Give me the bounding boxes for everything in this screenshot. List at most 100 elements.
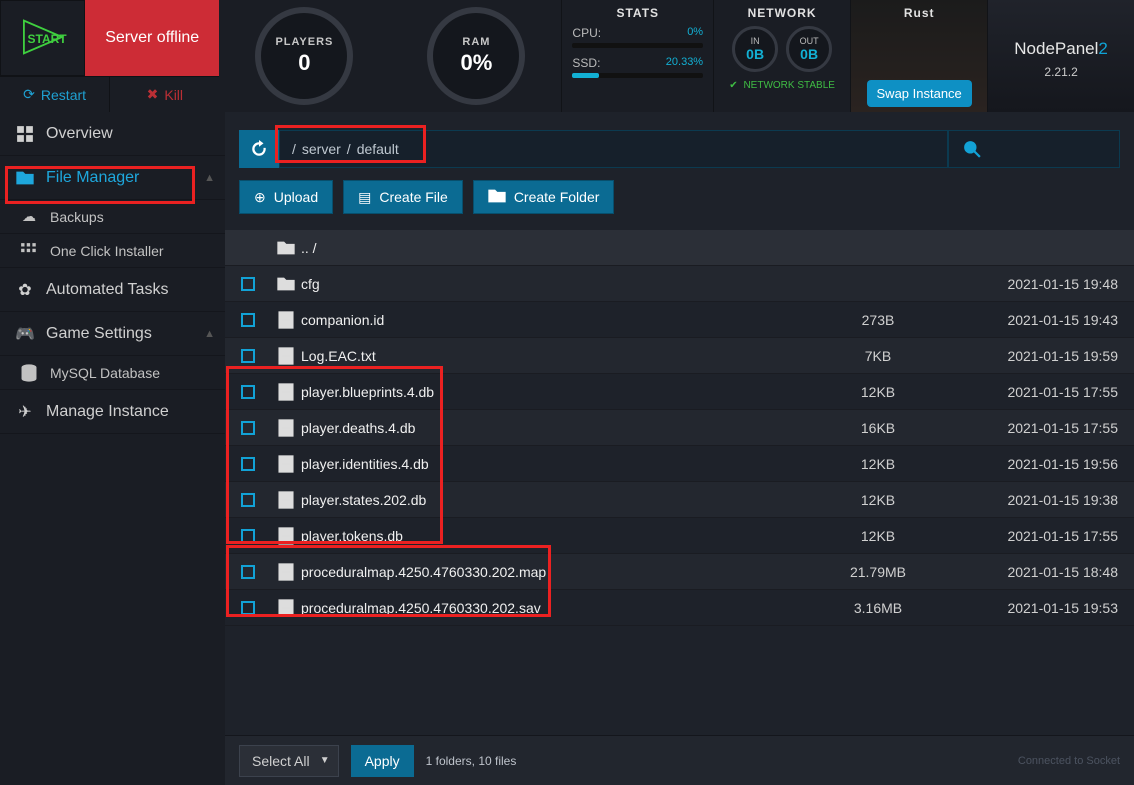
file-name: player.tokens.db (301, 528, 808, 544)
checkbox[interactable] (241, 349, 255, 363)
folder-icon (271, 275, 301, 293)
select-all-dropdown[interactable]: Select All ▼ (239, 745, 339, 777)
file-date: 2021-01-15 17:55 (948, 528, 1118, 544)
file-table: .. / cfg 2021-01-15 19:48 companion.id273B… (225, 230, 1134, 735)
file-name: player.identities.4.db (301, 456, 808, 472)
file-icon (271, 383, 301, 401)
file-row[interactable]: player.tokens.db12KB2021-01-15 17:55 (225, 518, 1134, 554)
chevron-down-icon: ▼ (320, 755, 330, 766)
network-in-gauge: IN 0B (732, 26, 778, 72)
file-name: proceduralmap.4250.4760330.202.map (301, 564, 808, 580)
file-icon (271, 563, 301, 581)
network-out-gauge: OUT 0B (786, 26, 832, 72)
file-row[interactable]: player.deaths.4.db16KB2021-01-15 17:55 (225, 410, 1134, 446)
start-button[interactable]: START (0, 0, 85, 76)
file-date: 2021-01-15 19:56 (948, 456, 1118, 472)
file-row[interactable]: player.blueprints.4.db12KB2021-01-15 17:… (225, 374, 1134, 410)
game-panel: Rust Swap Instance (850, 0, 987, 112)
sidebar-item-one-click[interactable]: One Click Installer (0, 234, 225, 268)
file-row[interactable]: player.states.202.db12KB2021-01-15 19:38 (225, 482, 1134, 518)
file-date: 2021-01-15 19:43 (948, 312, 1118, 328)
file-size: 12KB (808, 384, 948, 400)
close-icon: ✖ (147, 86, 159, 103)
file-icon (271, 455, 301, 473)
checkbox[interactable] (241, 457, 255, 471)
database-icon (18, 364, 40, 382)
folder-icon (14, 169, 36, 187)
upload-button[interactable]: ⊕ Upload (239, 180, 333, 214)
file-row[interactable]: proceduralmap.4250.4760330.202.map21.79M… (225, 554, 1134, 590)
check-icon: ✔ (729, 80, 737, 91)
checkbox[interactable] (241, 277, 255, 291)
file-row[interactable]: player.identities.4.db12KB2021-01-15 19:… (225, 446, 1134, 482)
file-icon (271, 599, 301, 617)
file-row[interactable]: Log.EAC.txt7KB2021-01-15 19:59 (225, 338, 1134, 374)
create-folder-button[interactable]: Create Folder (473, 180, 615, 214)
restart-icon: ⟳ (23, 86, 35, 103)
checkbox[interactable] (241, 313, 255, 327)
sidebar-item-manage-instance[interactable]: ✈ Manage Instance (0, 390, 225, 434)
refresh-button[interactable] (239, 130, 279, 168)
file-icon (271, 347, 301, 365)
chevron-up-icon: ▲ (204, 172, 215, 184)
file-date: 2021-01-15 19:38 (948, 492, 1118, 508)
brand-panel: NodePanel2 2.21.2 (987, 0, 1134, 112)
file-date: 2021-01-15 17:55 (948, 384, 1118, 400)
file-icon (271, 491, 301, 509)
checkbox[interactable] (241, 529, 255, 543)
checkbox[interactable] (241, 493, 255, 507)
create-file-button[interactable]: ▤ Create File (343, 180, 463, 214)
items-count: 1 folders, 10 files (426, 754, 517, 768)
file-name: Log.EAC.txt (301, 348, 808, 364)
chevron-up-icon: ▲ (204, 328, 215, 340)
file-name: player.deaths.4.db (301, 420, 808, 436)
sidebar-item-game-settings[interactable]: 🎮 Game Settings ▲ (0, 312, 225, 356)
file-date: 2021-01-15 18:48 (948, 564, 1118, 580)
file-icon: ▤ (358, 189, 371, 206)
file-row[interactable]: proceduralmap.4250.4760330.202.sav3.16MB… (225, 590, 1134, 626)
file-icon (271, 419, 301, 437)
kill-button[interactable]: ✖ Kill (110, 77, 219, 112)
file-date: 2021-01-15 19:48 (948, 276, 1118, 292)
file-size: 12KB (808, 456, 948, 472)
network-panel: NETWORK IN 0B OUT 0B ✔ NETWORK STABLE (713, 0, 850, 112)
file-date: 2021-01-15 17:55 (948, 420, 1118, 436)
network-status: ✔ NETWORK STABLE (724, 80, 840, 91)
checkbox[interactable] (241, 601, 255, 615)
file-size: 273B (808, 312, 948, 328)
checkbox[interactable] (241, 421, 255, 435)
sidebar-item-file-manager[interactable]: File Manager ▲ (0, 156, 225, 200)
file-size: 21.79MB (808, 564, 948, 580)
parent-dir-row[interactable]: .. / (225, 230, 1134, 266)
checkbox[interactable] (241, 565, 255, 579)
stats-panel: STATS CPU: 0% SSD: 20.33% (561, 0, 713, 112)
file-date: 2021-01-15 19:59 (948, 348, 1118, 364)
players-gauge: PLAYERS 0 (225, 4, 383, 108)
grid-icon (14, 125, 36, 143)
apply-button[interactable]: Apply (351, 745, 414, 777)
file-size: 12KB (808, 492, 948, 508)
restart-button[interactable]: ⟳ Restart (0, 77, 110, 112)
rocket-icon: ✈ (14, 402, 36, 422)
sidebar-item-overview[interactable]: Overview (0, 112, 225, 156)
breadcrumb[interactable]: /server /default (279, 130, 948, 168)
swap-instance-button[interactable]: Swap Instance (867, 80, 972, 107)
sidebar-item-mysql[interactable]: MySQL Database (0, 356, 225, 390)
file-date: 2021-01-15 19:53 (948, 600, 1118, 616)
checkbox[interactable] (241, 385, 255, 399)
file-name: companion.id (301, 312, 808, 328)
search-button[interactable] (948, 130, 1120, 168)
file-row[interactable]: cfg 2021-01-15 19:48 (225, 266, 1134, 302)
file-name: cfg (301, 276, 808, 292)
sidebar: Overview File Manager ▲ ☁ Backups One Cl… (0, 112, 225, 785)
sidebar-item-backups[interactable]: ☁ Backups (0, 200, 225, 234)
gear-icon: ✿ (14, 280, 36, 300)
file-size: 3.16MB (808, 600, 948, 616)
sidebar-item-automated-tasks[interactable]: ✿ Automated Tasks (0, 268, 225, 312)
file-icon (271, 527, 301, 545)
file-name: player.blueprints.4.db (301, 384, 808, 400)
cloud-icon: ☁ (18, 208, 40, 225)
file-icon (271, 311, 301, 329)
file-row[interactable]: companion.id273B2021-01-15 19:43 (225, 302, 1134, 338)
socket-status: Connected to Socket (1018, 755, 1120, 767)
